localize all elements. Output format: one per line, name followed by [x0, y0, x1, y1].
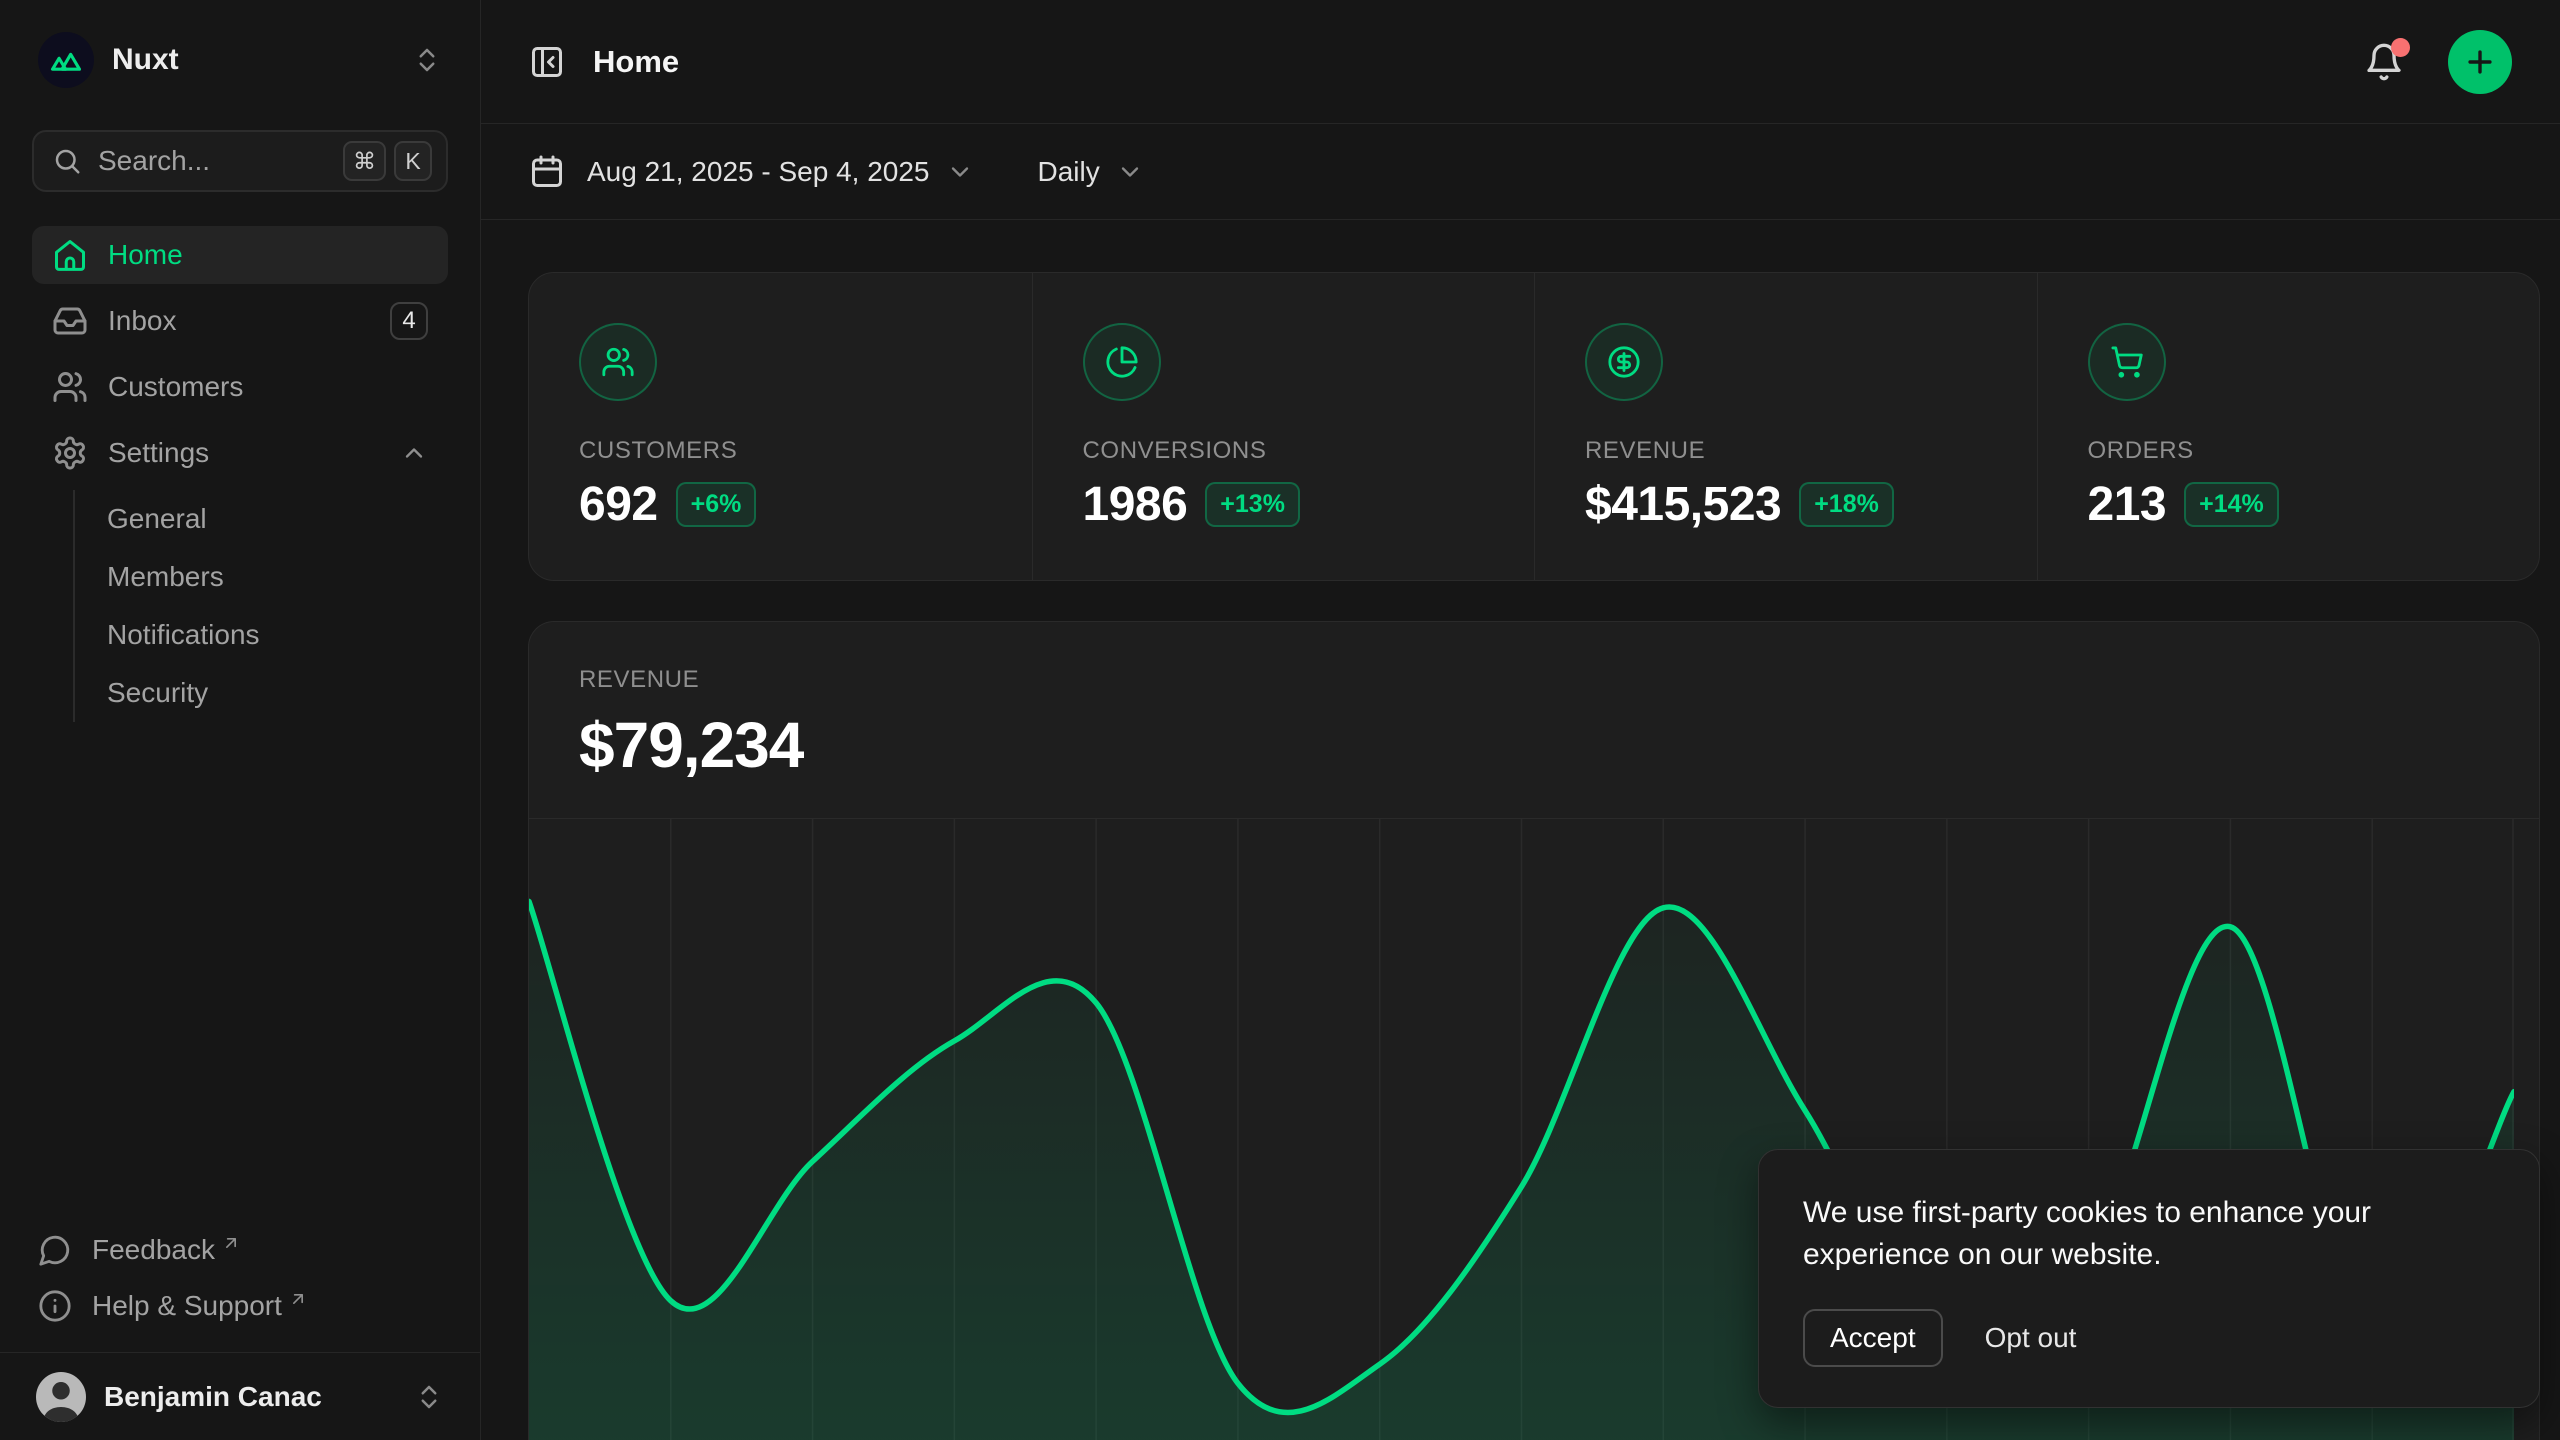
accept-cookies-button[interactable]: Accept [1803, 1309, 1943, 1367]
shopping-cart-icon [2088, 323, 2166, 401]
stat-delta-badge: +13% [1205, 482, 1300, 527]
stat-revenue[interactable]: REVENUE $415,523 +18% [1534, 273, 2037, 580]
sidebar: Nuxt Search... ⌘ K Home [0, 0, 481, 1440]
sidebar-item-settings[interactable]: Settings [32, 424, 448, 482]
revenue-chart-header: REVENUE $79,234 [529, 622, 2539, 818]
collapse-sidebar-button[interactable] [529, 44, 565, 80]
inbox-icon [52, 303, 88, 339]
stat-delta-badge: +18% [1799, 482, 1894, 527]
sidebar-item-notifications[interactable]: Notifications [75, 606, 448, 664]
sidebar-item-label: Settings [108, 437, 209, 469]
workspace-selector[interactable]: Nuxt [32, 28, 448, 92]
filters-toolbar: Aug 21, 2025 - Sep 4, 2025 Daily [481, 124, 2560, 220]
notifications-button[interactable] [2358, 36, 2410, 88]
stat-conversions[interactable]: CONVERSIONS 1986 +13% [1032, 273, 1535, 580]
external-link-icon [288, 1289, 308, 1309]
search-icon [52, 146, 82, 176]
subnav-label: Notifications [107, 619, 260, 651]
date-range-picker[interactable]: Aug 21, 2025 - Sep 4, 2025 [529, 154, 974, 190]
chevron-down-icon [1116, 158, 1144, 186]
main-panel: Home Aug 21, 2025 - Sep 4, 2025 [481, 0, 2560, 1440]
search-input[interactable]: Search... ⌘ K [32, 130, 448, 192]
add-button[interactable] [2448, 30, 2512, 94]
footer-link-label: Feedback [92, 1234, 215, 1266]
sidebar-item-members[interactable]: Members [75, 548, 448, 606]
kbd-k: K [394, 141, 432, 181]
stat-delta-badge: +14% [2184, 482, 2279, 527]
stat-customers[interactable]: CUSTOMERS 692 +6% [529, 273, 1032, 580]
kbd-cmd: ⌘ [343, 141, 386, 181]
circle-dollar-icon [1585, 323, 1663, 401]
inbox-count-badge: 4 [390, 302, 428, 340]
sidebar-footer-links: Feedback Help & Support [32, 1222, 448, 1352]
calendar-icon [529, 154, 565, 190]
sidebar-item-security[interactable]: Security [75, 664, 448, 722]
optout-cookies-button[interactable]: Opt out [1985, 1322, 2077, 1354]
help-support-link[interactable]: Help & Support [32, 1278, 448, 1334]
info-circle-icon [38, 1289, 72, 1323]
feedback-link[interactable]: Feedback [32, 1222, 448, 1278]
granularity-select[interactable]: Daily [1038, 156, 1144, 188]
sidebar-spacer [32, 722, 448, 1222]
date-range-value: Aug 21, 2025 - Sep 4, 2025 [587, 156, 930, 188]
footer-link-label: Help & Support [92, 1290, 282, 1322]
sidebar-item-label: Inbox [108, 305, 177, 337]
users-icon [52, 369, 88, 405]
stats-overview: CUSTOMERS 692 +6% CONVERSIONS 1986 +13% [528, 272, 2540, 581]
user-menu[interactable]: Benjamin Canac [0, 1352, 480, 1440]
nuxt-logo-icon [38, 32, 94, 88]
home-icon [52, 237, 88, 273]
user-name: Benjamin Canac [104, 1381, 322, 1413]
search-shortcut: ⌘ K [343, 141, 432, 181]
subnav-label: Members [107, 561, 224, 593]
sidebar-item-label: Customers [108, 371, 243, 403]
gear-icon [52, 435, 88, 471]
chevron-up-icon [400, 439, 428, 467]
stat-orders[interactable]: ORDERS 213 +14% [2037, 273, 2540, 580]
cookie-actions: Accept Opt out [1803, 1309, 2495, 1367]
external-link-icon [221, 1233, 241, 1253]
page-title: Home [593, 44, 679, 80]
chevrons-up-down-icon [414, 1382, 444, 1412]
chevron-down-icon [946, 158, 974, 186]
notification-dot [2391, 38, 2410, 57]
settings-subnav: General Members Notifications Security [73, 490, 448, 722]
stat-label: ORDERS [2088, 437, 2490, 465]
message-bubble-icon [38, 1233, 72, 1267]
subnav-label: General [107, 503, 207, 535]
sidebar-item-inbox[interactable]: Inbox 4 [32, 292, 448, 350]
app-name: Nuxt [112, 43, 179, 77]
stat-label: CONVERSIONS [1083, 437, 1485, 465]
stat-label: REVENUE [1585, 437, 1987, 465]
stat-label: CUSTOMERS [579, 437, 982, 465]
cookie-banner: We use first-party cookies to enhance yo… [1758, 1149, 2540, 1408]
pie-chart-icon [1083, 323, 1161, 401]
cookie-message: We use first-party cookies to enhance yo… [1803, 1192, 2495, 1275]
stat-value: 213 [2088, 477, 2167, 532]
granularity-value: Daily [1038, 156, 1100, 188]
sidebar-item-general[interactable]: General [75, 490, 448, 548]
chevrons-up-down-icon [412, 45, 442, 75]
revenue-chart-total: $79,234 [579, 708, 2489, 782]
page-header: Home [481, 0, 2560, 124]
stat-value: $415,523 [1585, 477, 1781, 532]
search-placeholder: Search... [98, 145, 210, 177]
stat-value: 1986 [1083, 477, 1188, 532]
sidebar-item-home[interactable]: Home [32, 226, 448, 284]
stat-delta-badge: +6% [676, 482, 757, 527]
revenue-chart-label: REVENUE [579, 666, 2489, 694]
avatar [36, 1372, 86, 1422]
sidebar-item-customers[interactable]: Customers [32, 358, 448, 416]
sidebar-item-label: Home [108, 239, 183, 271]
subnav-label: Security [107, 677, 208, 709]
header-actions [2358, 30, 2512, 94]
stat-value: 692 [579, 477, 658, 532]
users-icon [579, 323, 657, 401]
sidebar-nav: Home Inbox 4 Customers [32, 226, 448, 722]
